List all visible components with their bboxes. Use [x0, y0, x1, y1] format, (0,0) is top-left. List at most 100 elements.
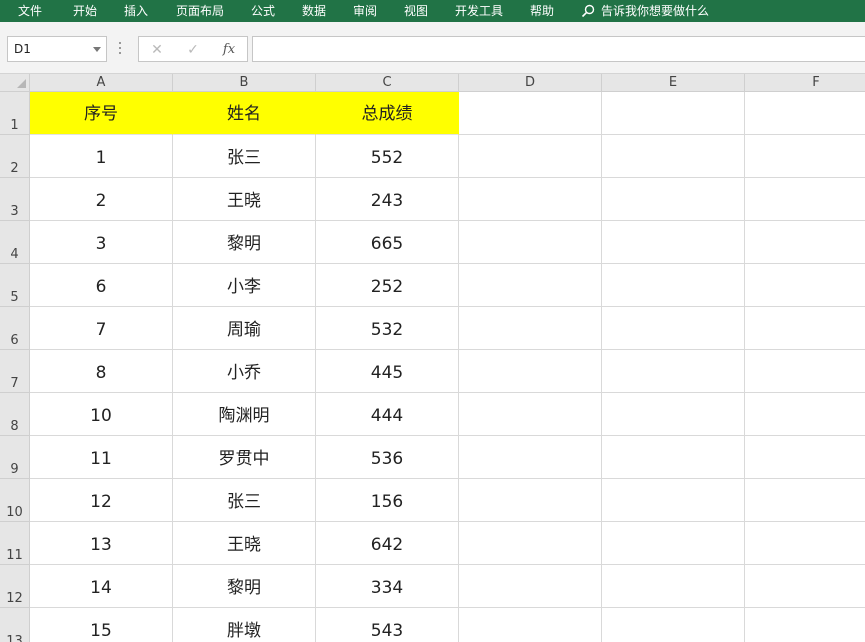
- cell-c5[interactable]: 252: [316, 264, 459, 307]
- cell-c11[interactable]: 642: [316, 522, 459, 565]
- cell-a11[interactable]: 13: [30, 522, 173, 565]
- column-header-c[interactable]: C: [316, 74, 459, 92]
- cell-d6[interactable]: [459, 307, 602, 350]
- cell-f5[interactable]: [745, 264, 865, 307]
- cell-d1[interactable]: [459, 92, 602, 135]
- cell-a12[interactable]: 14: [30, 565, 173, 608]
- cell-c8[interactable]: 444: [316, 393, 459, 436]
- cell-a13[interactable]: 15: [30, 608, 173, 642]
- tab-help[interactable]: 帮助: [530, 3, 554, 19]
- cell-b2[interactable]: 张三: [173, 135, 316, 178]
- cell-a1[interactable]: 序号: [30, 92, 173, 135]
- cell-c13[interactable]: 543: [316, 608, 459, 642]
- drag-handle-icon[interactable]: [119, 42, 122, 56]
- cell-a3[interactable]: 2: [30, 178, 173, 221]
- tab-insert[interactable]: 插入: [124, 3, 148, 19]
- tab-page-layout[interactable]: 页面布局: [176, 3, 224, 19]
- cell-c6[interactable]: 532: [316, 307, 459, 350]
- cell-a6[interactable]: 7: [30, 307, 173, 350]
- cell-b13[interactable]: 胖墩: [173, 608, 316, 642]
- tab-formulas[interactable]: 公式: [251, 3, 275, 19]
- row-header-6[interactable]: 6: [0, 307, 30, 350]
- cell-e4[interactable]: [602, 221, 745, 264]
- tell-me-search[interactable]: 告诉我你想要做什么: [581, 2, 709, 19]
- cell-c10[interactable]: 156: [316, 479, 459, 522]
- row-header-9[interactable]: 9: [0, 436, 30, 479]
- cell-f4[interactable]: [745, 221, 865, 264]
- cell-e7[interactable]: [602, 350, 745, 393]
- cell-d2[interactable]: [459, 135, 602, 178]
- cell-d7[interactable]: [459, 350, 602, 393]
- cell-f13[interactable]: [745, 608, 865, 642]
- cell-e2[interactable]: [602, 135, 745, 178]
- cell-b3[interactable]: 王晓: [173, 178, 316, 221]
- cell-f12[interactable]: [745, 565, 865, 608]
- cell-e10[interactable]: [602, 479, 745, 522]
- column-header-e[interactable]: E: [602, 74, 745, 92]
- cell-a8[interactable]: 10: [30, 393, 173, 436]
- cell-f3[interactable]: [745, 178, 865, 221]
- cell-b7[interactable]: 小乔: [173, 350, 316, 393]
- cancel-icon[interactable]: ✕: [147, 41, 167, 59]
- cell-b6[interactable]: 周瑜: [173, 307, 316, 350]
- row-header-11[interactable]: 11: [0, 522, 30, 565]
- column-header-f[interactable]: F: [745, 74, 865, 92]
- cell-e8[interactable]: [602, 393, 745, 436]
- cell-c1[interactable]: 总成绩: [316, 92, 459, 135]
- cell-a2[interactable]: 1: [30, 135, 173, 178]
- cell-c3[interactable]: 243: [316, 178, 459, 221]
- cell-e1[interactable]: [602, 92, 745, 135]
- row-header-5[interactable]: 5: [0, 264, 30, 307]
- tab-file[interactable]: 文件: [18, 3, 42, 19]
- cell-f9[interactable]: [745, 436, 865, 479]
- cell-e9[interactable]: [602, 436, 745, 479]
- cell-d11[interactable]: [459, 522, 602, 565]
- row-header-12[interactable]: 12: [0, 565, 30, 608]
- cell-c4[interactable]: 665: [316, 221, 459, 264]
- tab-developer[interactable]: 开发工具: [455, 3, 503, 19]
- cell-d10[interactable]: [459, 479, 602, 522]
- tab-data[interactable]: 数据: [302, 3, 326, 19]
- cell-f11[interactable]: [745, 522, 865, 565]
- cell-a5[interactable]: 6: [30, 264, 173, 307]
- cell-a9[interactable]: 11: [30, 436, 173, 479]
- cell-b10[interactable]: 张三: [173, 479, 316, 522]
- cell-b9[interactable]: 罗贯中: [173, 436, 316, 479]
- cell-b1[interactable]: 姓名: [173, 92, 316, 135]
- row-header-7[interactable]: 7: [0, 350, 30, 393]
- insert-function-icon[interactable]: fx: [219, 41, 239, 59]
- cell-c7[interactable]: 445: [316, 350, 459, 393]
- cell-a7[interactable]: 8: [30, 350, 173, 393]
- tab-review[interactable]: 审阅: [353, 3, 377, 19]
- column-header-a[interactable]: A: [30, 74, 173, 92]
- cell-b4[interactable]: 黎明: [173, 221, 316, 264]
- row-header-13[interactable]: 13: [0, 608, 30, 642]
- chevron-down-icon[interactable]: [93, 47, 101, 52]
- cell-e12[interactable]: [602, 565, 745, 608]
- cell-a4[interactable]: 3: [30, 221, 173, 264]
- column-header-d[interactable]: D: [459, 74, 602, 92]
- row-header-8[interactable]: 8: [0, 393, 30, 436]
- cell-d3[interactable]: [459, 178, 602, 221]
- tab-view[interactable]: 视图: [404, 3, 428, 19]
- row-header-3[interactable]: 3: [0, 178, 30, 221]
- cell-b5[interactable]: 小李: [173, 264, 316, 307]
- cell-f7[interactable]: [745, 350, 865, 393]
- cell-f8[interactable]: [745, 393, 865, 436]
- cell-e11[interactable]: [602, 522, 745, 565]
- cell-d9[interactable]: [459, 436, 602, 479]
- cell-e13[interactable]: [602, 608, 745, 642]
- name-box[interactable]: D1: [7, 36, 107, 62]
- row-header-10[interactable]: 10: [0, 479, 30, 522]
- cell-f6[interactable]: [745, 307, 865, 350]
- cell-a10[interactable]: 12: [30, 479, 173, 522]
- cell-d13[interactable]: [459, 608, 602, 642]
- cell-f10[interactable]: [745, 479, 865, 522]
- cell-c9[interactable]: 536: [316, 436, 459, 479]
- cell-d8[interactable]: [459, 393, 602, 436]
- cell-d5[interactable]: [459, 264, 602, 307]
- cell-d4[interactable]: [459, 221, 602, 264]
- row-header-4[interactable]: 4: [0, 221, 30, 264]
- cell-b12[interactable]: 黎明: [173, 565, 316, 608]
- formula-input[interactable]: [252, 36, 865, 62]
